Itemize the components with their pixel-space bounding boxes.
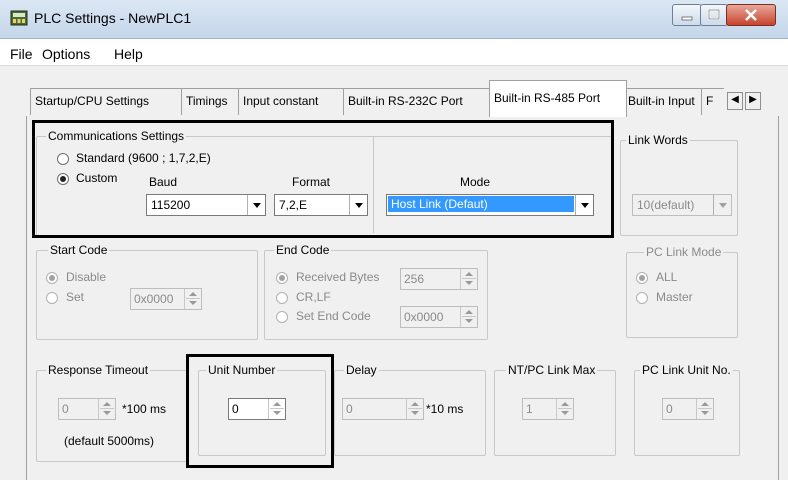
mode-label: Mode (460, 175, 491, 189)
chevron-down-icon (349, 195, 367, 215)
mode-select[interactable]: Host Link (Defaut) (386, 194, 594, 216)
start-set-label: Set (66, 290, 85, 304)
radio-end-crlf[interactable] (276, 292, 288, 304)
spin-arrows-icon (406, 399, 423, 419)
radio-custom[interactable] (57, 173, 69, 185)
spin-arrows-icon (268, 399, 285, 419)
spin-arrows-icon (98, 399, 115, 419)
radio-end-received[interactable] (276, 272, 288, 284)
menu-help[interactable]: Help (114, 46, 143, 62)
maximize-button[interactable] (700, 4, 728, 26)
maximize-icon (708, 9, 720, 20)
start-code-value: 0x0000 (134, 292, 174, 306)
tab-startup-cpu[interactable]: Startup/CPU Settings (30, 88, 182, 115)
tab-rs232c[interactable]: Built-in RS-232C Port (343, 88, 491, 115)
unit-number-title: Unit Number (206, 363, 278, 377)
tab-overflow[interactable]: F (701, 88, 724, 115)
response-timeout-value: 0 (62, 402, 69, 416)
format-select[interactable]: 7,2,E (274, 194, 368, 216)
radio-pclink-all[interactable] (636, 272, 648, 284)
baud-label: Baud (149, 175, 178, 189)
start-disable-label: Disable (66, 270, 107, 284)
spin-arrows-icon (460, 307, 477, 327)
spin-arrows-icon (460, 269, 477, 289)
link-words-title: Link Words (626, 133, 690, 147)
spin-arrows-icon (184, 289, 201, 309)
communications-settings-title: Communications Settings (46, 129, 187, 143)
end-received-label: Received Bytes (296, 270, 380, 284)
tab-input-constant[interactable]: Input constant (238, 88, 345, 115)
baud-value: 115200 (151, 198, 191, 212)
link-words-group (620, 140, 738, 236)
custom-label: Custom (76, 171, 118, 185)
chevron-down-icon (713, 195, 731, 215)
menu-file[interactable]: File (10, 46, 33, 62)
pc-link-mode-title: PC Link Mode (644, 245, 724, 259)
end-code-spinner[interactable]: 0x0000 (400, 306, 478, 328)
end-code-value: 0x0000 (404, 310, 444, 324)
window-title: PLC Settings - NewPLC1 (34, 10, 192, 26)
close-button[interactable] (726, 4, 776, 26)
tab-timings[interactable]: Timings (181, 88, 240, 115)
format-value: 7,2,E (279, 198, 308, 212)
start-code-title: Start Code (48, 243, 110, 257)
tab-builtin-input[interactable]: Built-in Input (623, 88, 703, 115)
delay-title: Delay (344, 363, 379, 377)
pclink-master-label: Master (656, 290, 693, 304)
spin-arrows-icon (696, 399, 713, 419)
pclink-all-label: ALL (656, 270, 678, 284)
minimize-button[interactable] (672, 4, 702, 26)
response-timeout-title: Response Timeout (46, 363, 151, 377)
baud-select[interactable]: 115200 (146, 194, 266, 216)
tab-rs485[interactable]: Built-in RS-485 Port (489, 80, 627, 117)
link-words-value: 10(default) (637, 198, 695, 212)
comm-divider (373, 137, 374, 233)
spin-arrows-icon (556, 399, 573, 419)
standard-label: Standard (9600 ; 1,7,2,E) (76, 151, 211, 165)
nt-pc-link-max-value: 1 (526, 402, 533, 416)
nt-pc-link-max-spinner[interactable]: 1 (522, 398, 574, 420)
close-icon (745, 9, 757, 21)
end-set-label: Set End Code (296, 309, 371, 323)
pc-link-unit-no-title: PC Link Unit No. (640, 363, 733, 377)
tab-scroll-left[interactable]: ◀ (727, 92, 743, 110)
response-timeout-note: (default 5000ms) (64, 434, 155, 448)
radio-start-disable[interactable] (46, 272, 58, 284)
end-crlf-label: CR,LF (296, 290, 331, 304)
end-code-title: End Code (274, 243, 332, 257)
received-bytes-spinner[interactable]: 256 (400, 268, 478, 290)
response-timeout-spinner[interactable]: 0 (58, 398, 116, 420)
received-bytes-value: 256 (404, 272, 425, 286)
response-timeout-unit: *100 ms (122, 402, 167, 416)
delay-value: 0 (346, 402, 353, 416)
unit-number-spinner[interactable]: 0 (228, 398, 286, 420)
tab-scroll-right[interactable]: ▶ (745, 92, 761, 110)
plc-app-icon (10, 10, 28, 26)
start-code-spinner[interactable]: 0x0000 (130, 288, 202, 310)
nt-pc-link-max-title: NT/PC Link Max (506, 363, 598, 377)
radio-start-set[interactable] (46, 292, 58, 304)
radio-pclink-master[interactable] (636, 292, 648, 304)
pc-link-unit-no-value: 0 (666, 402, 673, 416)
chevron-down-icon (247, 195, 265, 215)
pc-link-unit-no-spinner[interactable]: 0 (662, 398, 714, 420)
delay-spinner[interactable]: 0 (342, 398, 424, 420)
delay-unit: *10 ms (426, 402, 464, 416)
radio-end-set[interactable] (276, 311, 288, 323)
chevron-down-icon (575, 195, 593, 215)
format-label: Format (292, 175, 331, 189)
link-words-select[interactable]: 10(default) (632, 194, 732, 216)
unit-number-value: 0 (232, 402, 239, 416)
minimize-icon (681, 16, 693, 21)
radio-standard[interactable] (57, 153, 69, 165)
mode-value: Host Link (Defaut) (388, 196, 574, 212)
menu-options[interactable]: Options (42, 46, 90, 62)
